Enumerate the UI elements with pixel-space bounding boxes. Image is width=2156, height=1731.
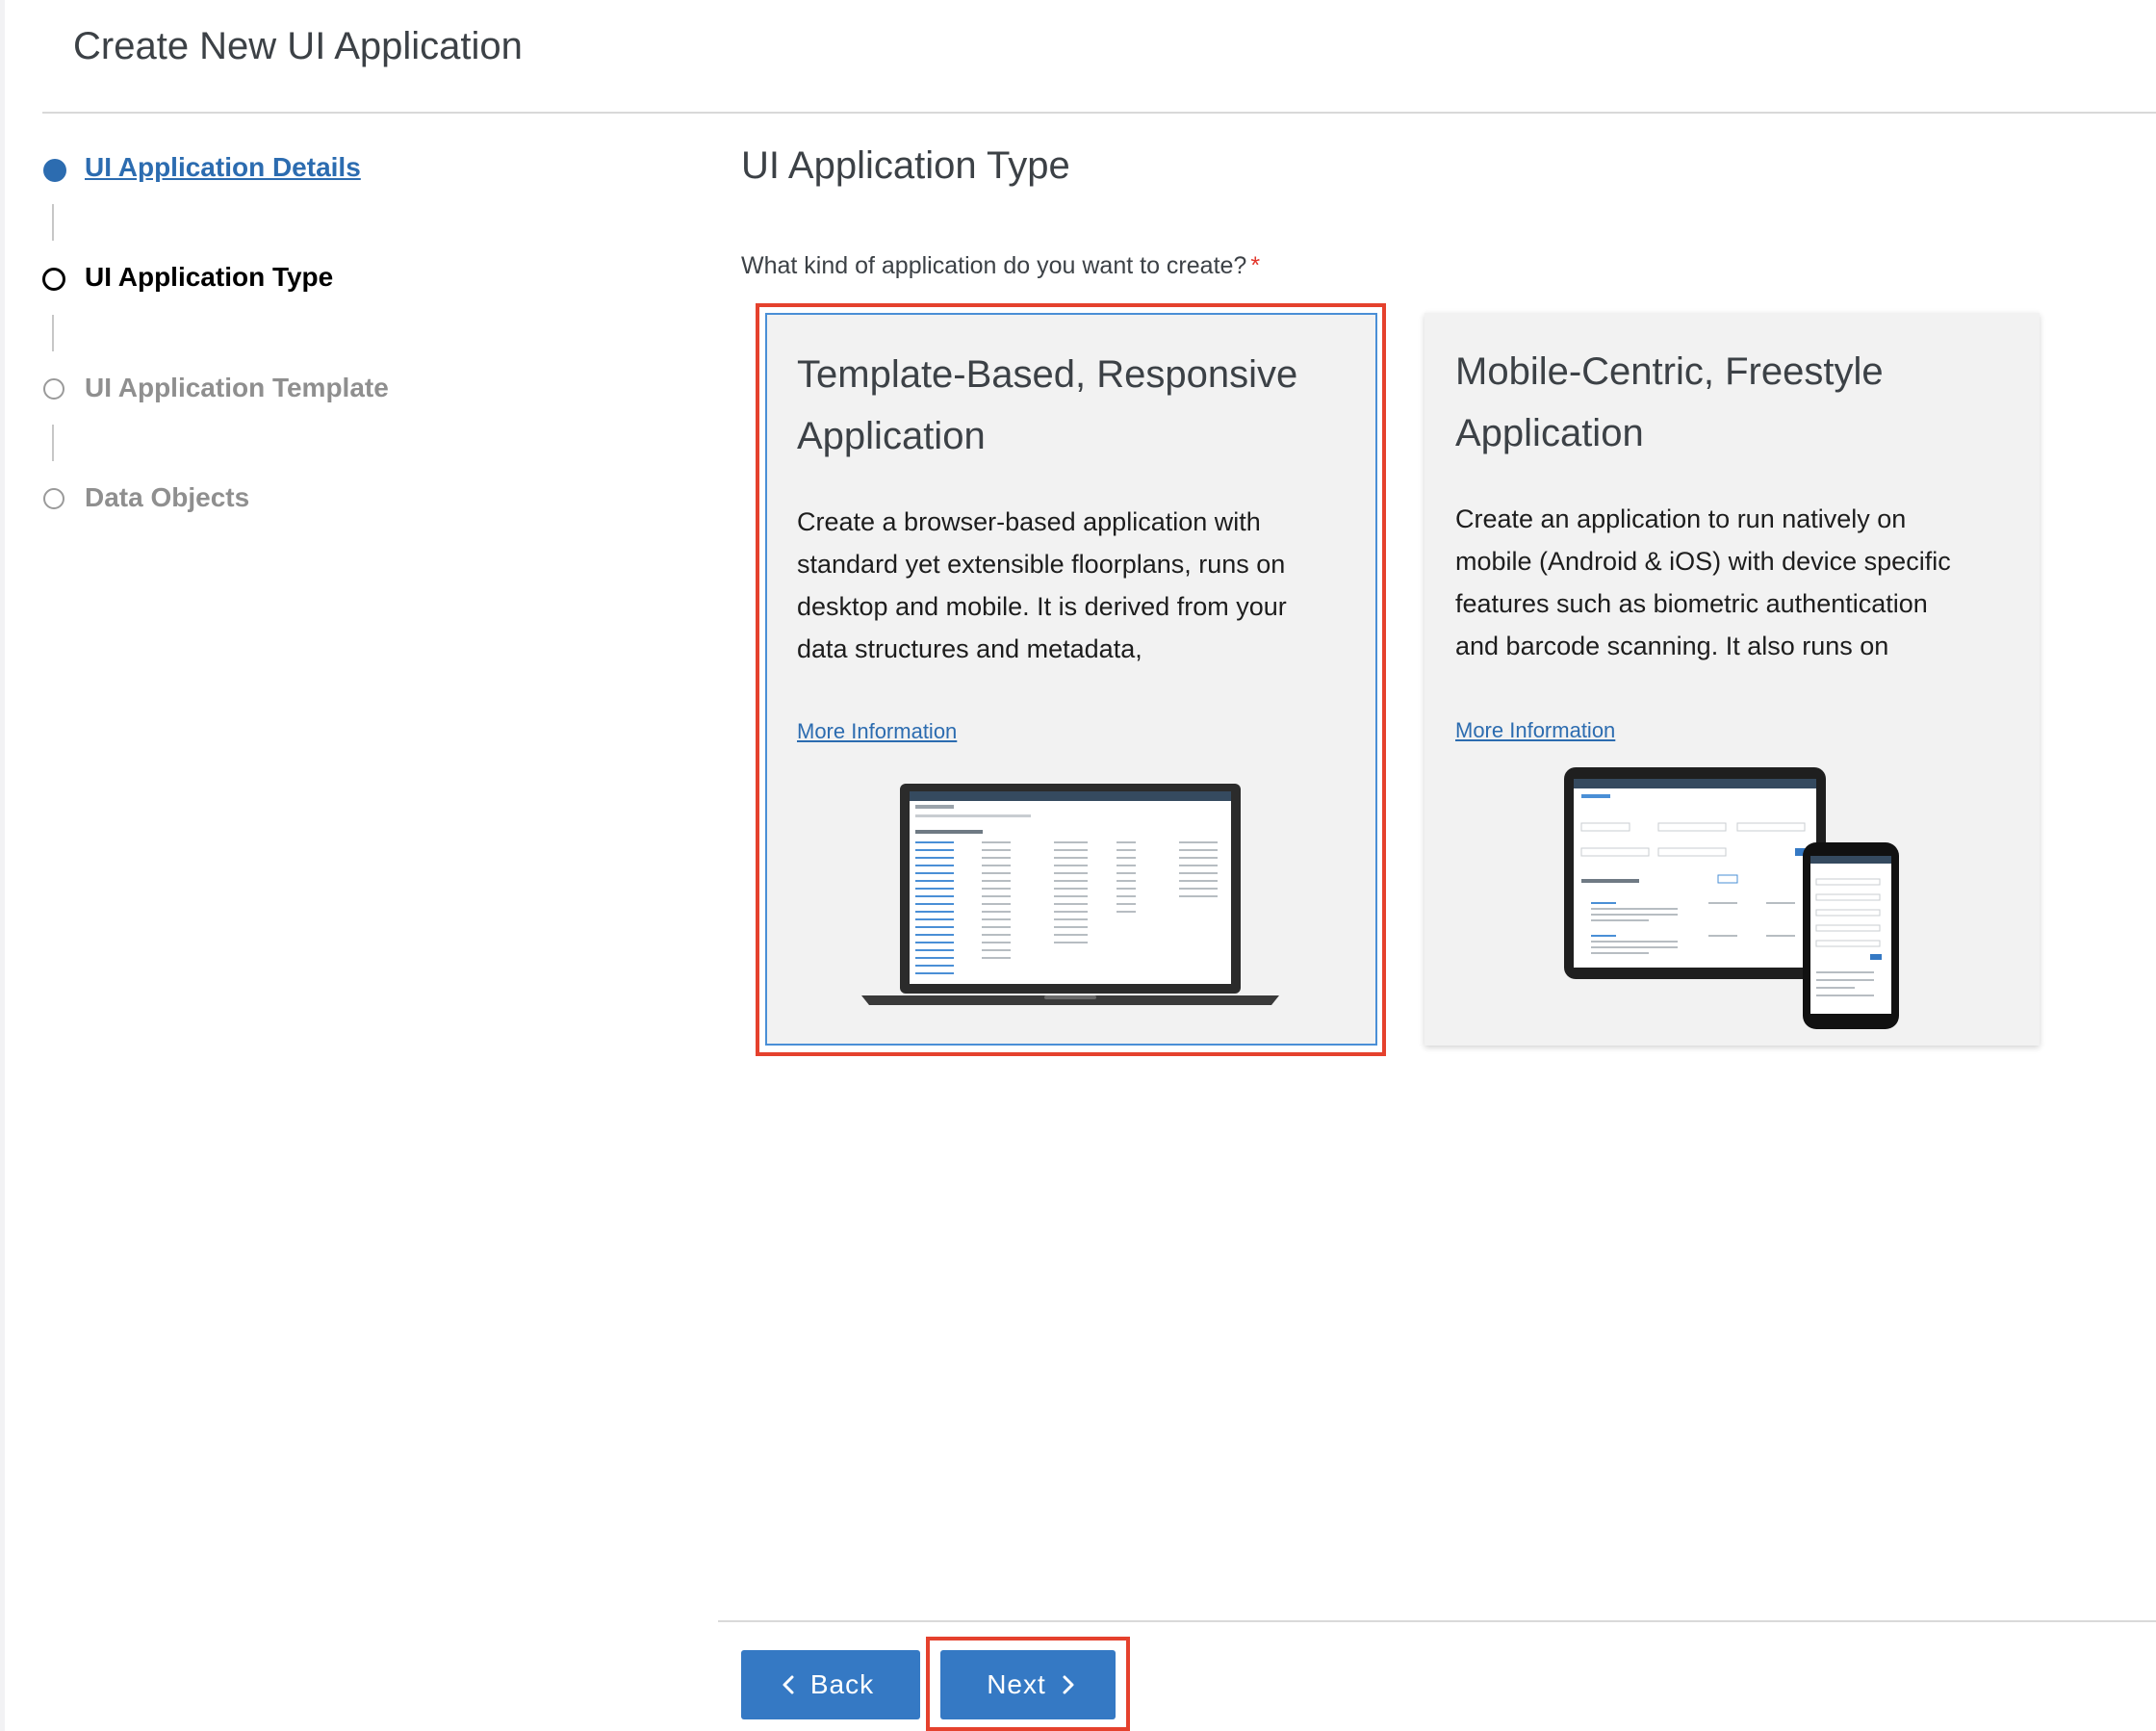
card-title-line: Template-Based, Responsive [797, 353, 1298, 396]
step-ui-application-type: UI Application Type [85, 262, 334, 292]
chevron-right-icon [1063, 1675, 1074, 1694]
card-description-line: desktop and mobile. It is derived from y… [797, 592, 1287, 621]
header-divider [42, 112, 2156, 114]
step-connector [52, 315, 54, 351]
step-pending-indicator [43, 488, 64, 509]
step-data-objects: Data Objects [85, 482, 250, 512]
step-completed-indicator [43, 159, 66, 182]
step-ui-application-template: UI Application Template [85, 373, 389, 402]
next-button[interactable]: Next [940, 1650, 1116, 1719]
card-title-line: Application [1455, 412, 1644, 454]
card-description: Create an application to run natively on… [1455, 498, 1951, 667]
chevron-left-icon [783, 1675, 794, 1694]
tablet-phone-illustration [1564, 767, 1899, 1029]
card-description-line: mobile (Android & iOS) with device speci… [1455, 547, 1951, 576]
step-current-indicator [42, 268, 65, 291]
section-title: UI Application Type [741, 144, 1070, 187]
card-title: Mobile-Centric, Freestyle Application [1455, 341, 1884, 464]
question-label: What kind of application do you want to … [741, 252, 1260, 280]
card-description-line: and barcode scanning. It also runs on [1455, 632, 1889, 660]
card-description-line: Create a browser-based application with [797, 507, 1261, 536]
card-description-line: data structures and metadata, [797, 634, 1142, 663]
step-connector [52, 204, 54, 241]
back-button[interactable]: Back [741, 1650, 920, 1719]
app-type-card-mobile-centric[interactable]: Mobile-Centric, Freestyle Application Cr… [1424, 313, 2040, 1046]
question-text: What kind of application do you want to … [741, 252, 1247, 279]
next-button-label: Next [987, 1669, 1046, 1699]
back-button-label: Back [809, 1669, 875, 1699]
card-title-line: Mobile-Centric, Freestyle [1455, 350, 1884, 393]
step-pending-indicator [43, 378, 64, 400]
footer-divider [718, 1620, 2156, 1622]
card-description-line: standard yet extensible floorplans, runs… [797, 550, 1286, 579]
step-connector [52, 425, 54, 461]
laptop-illustration [861, 784, 1279, 1005]
window-edge [0, 0, 5, 1731]
card-title-line: Application [797, 415, 986, 457]
card-description-line: Create an application to run natively on [1455, 504, 1907, 533]
page-title: Create New UI Application [73, 25, 523, 67]
card-description: Create a browser-based application with … [797, 501, 1287, 670]
required-marker: * [1250, 252, 1261, 279]
step-ui-application-details[interactable]: UI Application Details [85, 152, 361, 183]
card-title: Template-Based, Responsive Application [797, 344, 1297, 467]
more-information-link[interactable]: More Information [1455, 718, 1615, 743]
more-information-link[interactable]: More Information [797, 719, 957, 744]
app-type-card-template-based[interactable]: Template-Based, Responsive Application C… [765, 313, 1377, 1046]
card-description-line: features such as biometric authenticatio… [1455, 589, 1928, 618]
